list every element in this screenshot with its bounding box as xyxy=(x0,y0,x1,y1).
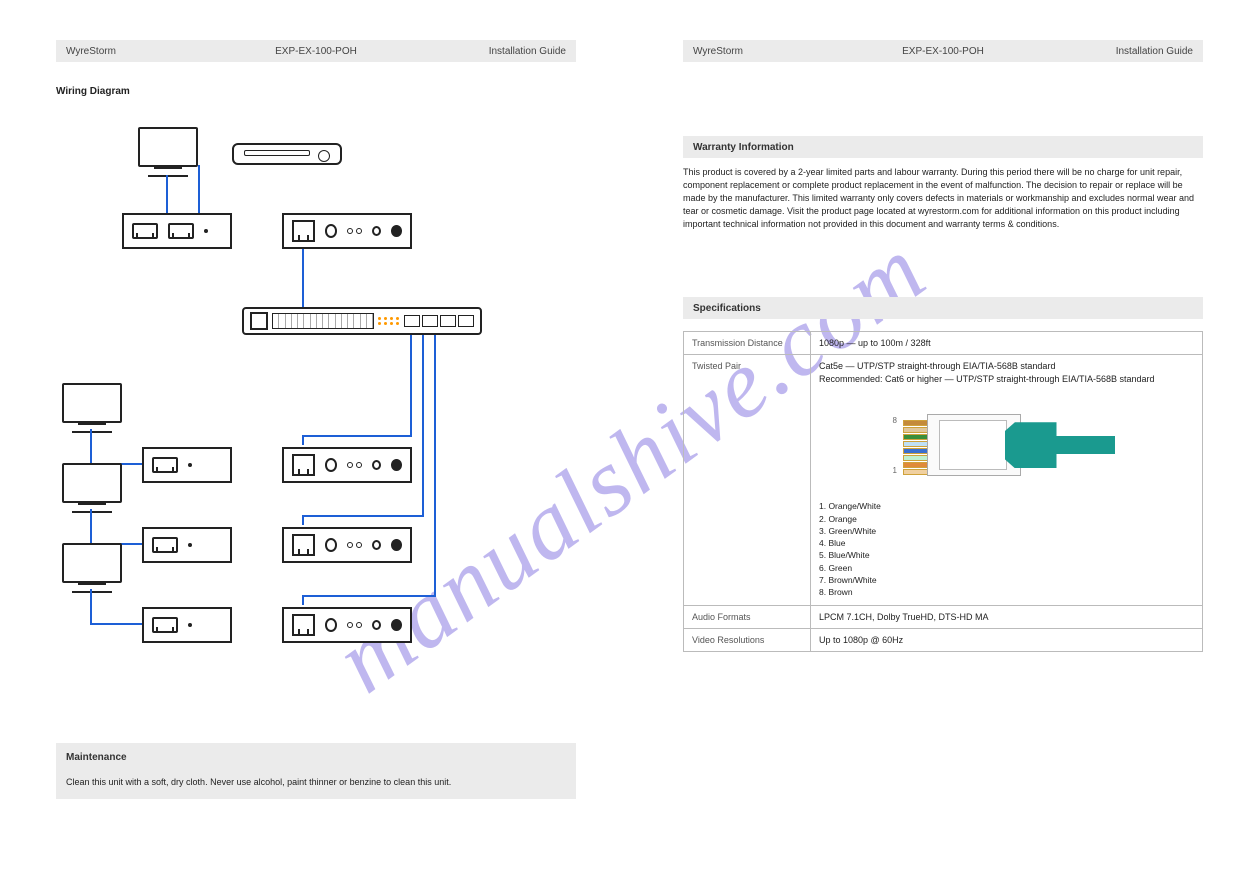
cable xyxy=(90,429,92,463)
cable xyxy=(198,165,200,213)
cable xyxy=(302,435,304,445)
rx3-back xyxy=(282,607,412,643)
wiring-diagram xyxy=(102,167,482,727)
jack-icon xyxy=(372,226,381,236)
rx3-front xyxy=(142,607,232,643)
twisted-pair-value: Cat5e — UTP/STP straight-through EIA/TIA… xyxy=(819,361,1194,371)
spec-value: LPCM 7.1CH, Dolby TrueHD, DTS-HD MA xyxy=(811,605,1203,628)
cable xyxy=(302,595,304,605)
maintenance-body: Clean this unit with a soft, dry cloth. … xyxy=(56,770,576,799)
led-dot-icon xyxy=(204,229,208,233)
spec-label: Transmission Distance xyxy=(684,332,811,355)
spec-value: 1080p — up to 100m / 328ft xyxy=(811,332,1203,355)
display-1 xyxy=(62,383,122,433)
pin-number-bottom: 1 xyxy=(893,466,897,475)
cable xyxy=(302,515,304,525)
wiring-diagram-title: Wiring Diagram xyxy=(56,86,576,97)
cable xyxy=(302,595,436,597)
rx2-front xyxy=(142,527,232,563)
rj45-cable-icon xyxy=(1055,436,1115,454)
header-product: EXP-EX-100-POH xyxy=(902,46,984,57)
cable xyxy=(410,335,412,435)
dc-jack-icon xyxy=(391,225,402,237)
cable xyxy=(302,435,412,437)
list-item: 7. Brown/White xyxy=(819,574,1194,586)
list-item: 6. Green xyxy=(819,562,1194,574)
tx-back xyxy=(282,213,412,249)
maintenance-section: Maintenance xyxy=(56,743,576,771)
network-switch xyxy=(242,307,482,335)
rx2-back xyxy=(282,527,412,563)
cable xyxy=(434,335,436,595)
warranty-title-bar: Warranty Information xyxy=(683,136,1203,158)
maintenance-title: Maintenance xyxy=(66,752,127,763)
cable xyxy=(90,589,92,623)
header-brand: WyreStorm xyxy=(66,46,116,57)
right-page: WyreStorm EXP-EX-100-POH Installation Gu… xyxy=(683,40,1203,853)
cable xyxy=(422,335,424,515)
cable xyxy=(90,623,142,625)
spec-value: Cat5e — UTP/STP straight-through EIA/TIA… xyxy=(811,355,1203,606)
hdmi-source xyxy=(232,143,342,165)
specifications-title: Specifications xyxy=(693,303,761,314)
spec-label: Video Resolutions xyxy=(684,628,811,651)
left-page: WyreStorm EXP-EX-100-POH Installation Gu… xyxy=(56,40,576,853)
pinout-list: 1. Orange/White 2. Orange 3. Green/White… xyxy=(819,500,1194,599)
rx1-front xyxy=(142,447,232,483)
rj45-boot-icon xyxy=(1005,422,1057,468)
tx-front xyxy=(122,213,232,249)
pin-number-top: 8 xyxy=(893,416,897,425)
table-row: Audio Formats LPCM 7.1CH, Dolby TrueHD, … xyxy=(684,605,1203,628)
specifications-title-bar: Specifications xyxy=(683,297,1203,319)
left-header: WyreStorm EXP-EX-100-POH Installation Gu… xyxy=(56,40,576,62)
header-doc: Installation Guide xyxy=(489,46,566,57)
list-item: 4. Blue xyxy=(819,537,1194,549)
display-top xyxy=(138,127,198,177)
header-product: EXP-EX-100-POH xyxy=(275,46,357,57)
display-2 xyxy=(62,463,122,513)
table-row: Twisted Pair Cat5e — UTP/STP straight-th… xyxy=(684,355,1203,606)
header-brand: WyreStorm xyxy=(693,46,743,57)
spec-value: Up to 1080p @ 60Hz xyxy=(811,628,1203,651)
table-row: Video Resolutions Up to 1080p @ 60Hz xyxy=(684,628,1203,651)
spec-label: Twisted Pair xyxy=(684,355,811,606)
rx1-back xyxy=(282,447,412,483)
rj45-port-icon xyxy=(292,220,315,242)
spec-label: Audio Formats xyxy=(684,605,811,628)
list-item: 1. Orange/White xyxy=(819,500,1194,512)
warranty-title: Warranty Information xyxy=(693,142,794,153)
warranty-body: This product is covered by a 2-year limi… xyxy=(683,166,1203,231)
list-item: 2. Orange xyxy=(819,513,1194,525)
hdmi-port-icon xyxy=(152,457,178,473)
table-row: Transmission Distance 1080p — up to 100m… xyxy=(684,332,1203,355)
hdmi-port-icon xyxy=(132,223,158,239)
cable xyxy=(90,509,92,543)
specifications-table: Transmission Distance 1080p — up to 100m… xyxy=(683,331,1203,652)
cable xyxy=(302,249,304,309)
cable xyxy=(166,175,168,213)
right-header: WyreStorm EXP-EX-100-POH Installation Gu… xyxy=(683,40,1203,62)
display-3 xyxy=(62,543,122,593)
jack-icon xyxy=(325,224,337,238)
hdmi-port-icon xyxy=(168,223,194,239)
header-doc: Installation Guide xyxy=(1116,46,1193,57)
twisted-pair-note: Recommended: Cat6 or higher — UTP/STP st… xyxy=(819,374,1194,384)
list-item: 3. Green/White xyxy=(819,525,1194,537)
cable xyxy=(302,515,424,517)
list-item: 8. Brown xyxy=(819,586,1194,598)
rj45-connector-illustration: 8 1 xyxy=(887,394,1127,494)
list-item: 5. Blue/White xyxy=(819,549,1194,561)
